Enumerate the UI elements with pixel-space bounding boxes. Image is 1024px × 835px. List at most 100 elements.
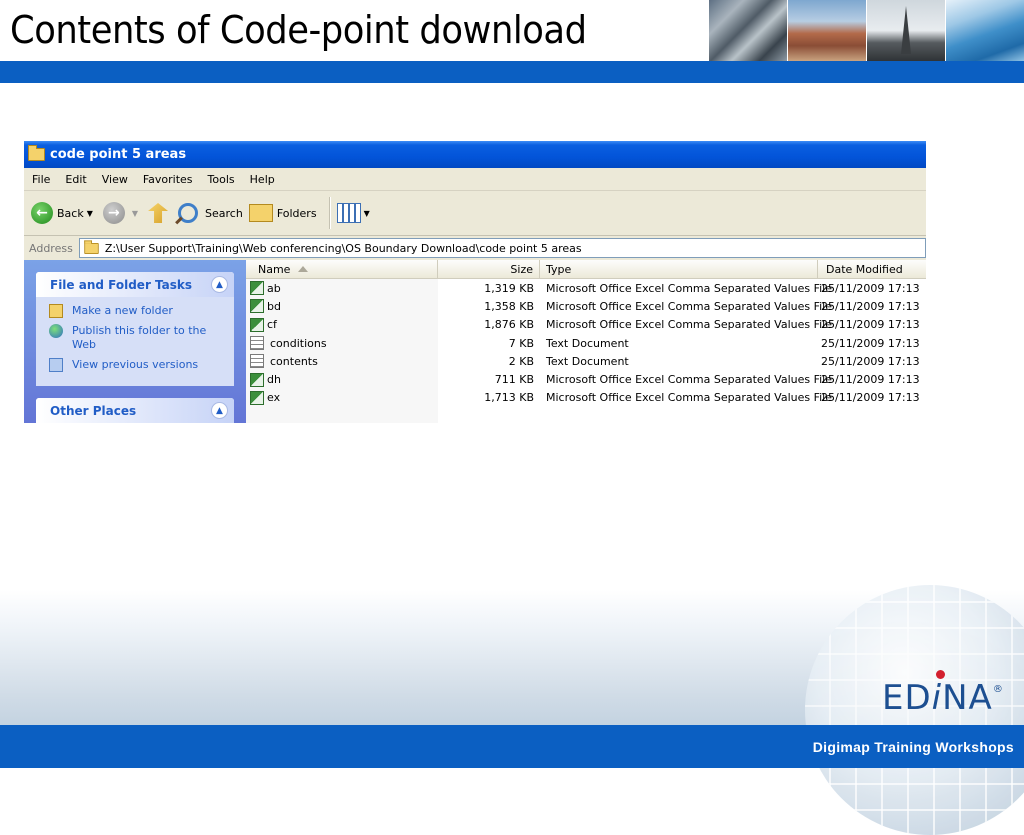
file-type: Microsoft Office Excel Comma Separated V…	[546, 373, 833, 387]
column-header-date-modified[interactable]: Date Modified	[818, 260, 926, 278]
views-button[interactable]: ▼	[336, 203, 374, 223]
column-header-name[interactable]: Name	[246, 260, 438, 278]
collapse-chevron-icon[interactable]: ▲	[211, 276, 228, 293]
collapse-chevron-icon[interactable]: ▲	[211, 402, 228, 419]
window-titlebar: code point 5 areas	[24, 141, 926, 168]
task-make-new-folder[interactable]: Make a new folder	[49, 304, 228, 318]
task-view-previous-versions[interactable]: View previous versions	[49, 358, 228, 372]
file-size: 1,713 KB	[484, 391, 534, 405]
file-date-modified: 25/11/2009 17:13	[821, 354, 920, 368]
column-header-label: Type	[546, 262, 572, 276]
search-label: Search	[205, 206, 243, 220]
excel-csv-file-icon	[250, 281, 264, 296]
file-folder-tasks-header[interactable]: File and Folder Tasks ▲	[36, 272, 234, 297]
search-icon	[178, 203, 199, 223]
file-folder-tasks-title: File and Folder Tasks	[50, 277, 193, 292]
file-name: cf	[267, 318, 277, 332]
file-size: 1,358 KB	[484, 299, 534, 313]
window-title: code point 5 areas	[50, 147, 187, 162]
up-folder-button[interactable]	[148, 203, 172, 223]
file-rows: ab 1,319 KB Microsoft Office Excel Comma…	[246, 279, 926, 407]
file-type: Microsoft Office Excel Comma Separated V…	[546, 299, 833, 313]
search-button[interactable]: Search	[178, 203, 243, 223]
new-folder-icon	[49, 304, 63, 318]
excel-csv-file-icon	[250, 372, 264, 387]
file-row[interactable]: dh 711 KB Microsoft Office Excel Comma S…	[246, 370, 926, 388]
file-size: 1,876 KB	[484, 318, 534, 332]
sort-ascending-icon	[298, 266, 309, 272]
other-places-title: Other Places	[50, 403, 137, 418]
address-label: Address	[29, 241, 73, 255]
footer-text: Digimap Training Workshops	[812, 739, 1014, 755]
file-row[interactable]: conditions 7 KB Text Document 25/11/2009…	[246, 334, 926, 352]
address-bar: Address Z:\User Support\Training\Web con…	[24, 236, 926, 261]
excel-csv-file-icon	[250, 299, 264, 314]
other-places-header[interactable]: Other Places ▲	[36, 398, 234, 423]
folders-icon	[248, 204, 273, 222]
file-name: contents	[270, 354, 318, 368]
column-header-size[interactable]: Size	[438, 260, 540, 278]
task-publish-folder[interactable]: Publish this folder to the Web	[49, 324, 228, 352]
forward-button[interactable]: → ▼	[102, 202, 142, 224]
task-label: Make a new folder	[72, 304, 173, 317]
folders-label: Folders	[276, 206, 317, 220]
address-input[interactable]: Z:\User Support\Training\Web conferencin…	[78, 238, 926, 258]
file-type: Microsoft Office Excel Comma Separated V…	[546, 281, 833, 295]
column-header-row: Name Size Type Date Modified	[246, 260, 926, 279]
file-folder-tasks-panel: File and Folder Tasks ▲ Make a new folde…	[36, 272, 234, 386]
globe-icon	[49, 324, 63, 338]
forward-dropdown-icon[interactable]: ▼	[132, 209, 138, 218]
menu-bar: File Edit View Favorites Tools Help	[24, 168, 926, 191]
file-name: ab	[267, 281, 281, 295]
file-date-modified: 25/11/2009 17:13	[821, 336, 920, 350]
folders-button[interactable]: Folders	[248, 204, 317, 222]
file-date-modified: 25/11/2009 17:13	[821, 373, 920, 387]
toolbar: ← Back ▼ → ▼ Search Folders ▼	[24, 191, 926, 236]
text-document-icon	[250, 354, 264, 369]
file-name: dh	[267, 373, 281, 387]
explorer-body: File and Folder Tasks ▲ Make a new folde…	[24, 260, 926, 423]
file-date-modified: 25/11/2009 17:13	[821, 318, 920, 332]
menu-file[interactable]: File	[24, 173, 57, 186]
file-row[interactable]: cf 1,876 KB Microsoft Office Excel Comma…	[246, 316, 926, 334]
menu-tools[interactable]: Tools	[200, 173, 242, 186]
footer-bar: Digimap Training Workshops	[0, 725, 1024, 768]
file-type: Microsoft Office Excel Comma Separated V…	[546, 391, 833, 405]
other-places-panel: Other Places ▲	[36, 398, 234, 423]
title-underline-bar	[0, 61, 1024, 83]
task-pane: File and Folder Tasks ▲ Make a new folde…	[24, 260, 246, 423]
file-size: 711 KB	[494, 373, 534, 387]
menu-favorites[interactable]: Favorites	[135, 173, 200, 186]
back-dropdown-icon[interactable]: ▼	[87, 209, 93, 218]
address-path: Z:\User Support\Training\Web conferencin…	[104, 241, 582, 255]
file-date-modified: 25/11/2009 17:13	[821, 299, 920, 313]
file-date-modified: 25/11/2009 17:13	[821, 281, 920, 295]
file-row[interactable]: contents 2 KB Text Document 25/11/2009 1…	[246, 352, 926, 370]
column-header-type[interactable]: Type	[540, 260, 818, 278]
menu-help[interactable]: Help	[242, 173, 282, 186]
file-row[interactable]: ex 1,713 KB Microsoft Office Excel Comma…	[246, 389, 926, 407]
file-list: Name Size Type Date Modified ab 1,319 KB	[246, 260, 926, 423]
task-label: Publish this folder to the Web	[72, 324, 207, 351]
slide-title: Contents of Code-point download	[10, 8, 587, 52]
column-header-label: Size	[510, 262, 533, 276]
views-dropdown-icon[interactable]: ▼	[364, 209, 370, 218]
menu-edit[interactable]: Edit	[57, 173, 93, 186]
excel-csv-file-icon	[250, 317, 264, 332]
file-size: 1,319 KB	[484, 281, 534, 295]
back-button[interactable]: ← Back ▼	[31, 202, 97, 224]
file-name: conditions	[270, 336, 327, 350]
file-name: bd	[267, 299, 281, 313]
file-folder-tasks-list: Make a new folder Publish this folder to…	[36, 297, 234, 386]
file-type: Microsoft Office Excel Comma Separated V…	[546, 318, 833, 332]
header-photo-strip	[709, 0, 1024, 61]
menu-view[interactable]: View	[94, 173, 135, 186]
back-arrow-icon: ←	[31, 202, 53, 224]
up-folder-icon	[148, 203, 169, 223]
task-label: View previous versions	[72, 358, 199, 371]
toolbar-separator	[328, 197, 331, 229]
file-size: 2 KB	[508, 354, 534, 368]
file-row[interactable]: bd 1,358 KB Microsoft Office Excel Comma…	[246, 297, 926, 315]
file-row[interactable]: ab 1,319 KB Microsoft Office Excel Comma…	[246, 279, 926, 297]
file-type: Text Document	[546, 336, 629, 350]
